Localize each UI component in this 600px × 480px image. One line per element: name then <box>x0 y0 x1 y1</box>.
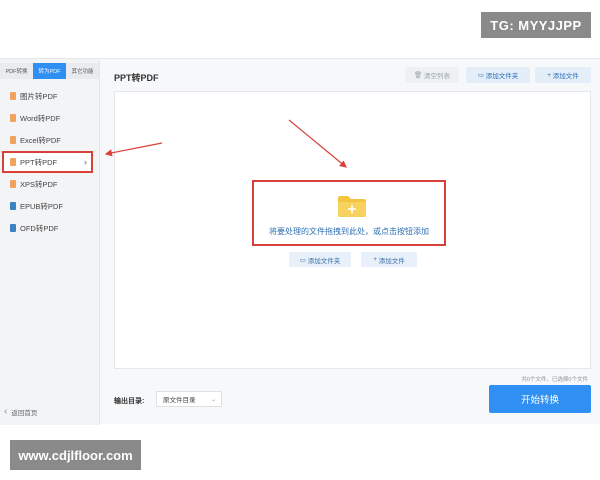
app-window: PDF转换 转为PDF 其它功能 图片转PDF Word转PDF Excel转P… <box>0 58 600 425</box>
drop-add-folder-button[interactable]: ▭ 添加文件夹 <box>289 252 351 267</box>
file-drop-area[interactable]: 将要处理的文件拖拽到此处，或点击按钮添加 ▭ 添加文件夹 + 添加文件 <box>114 91 591 369</box>
sidebar-list: 图片转PDF Word转PDF Excel转PDF PPT转PDF › XPS转… <box>0 85 99 239</box>
drop-zone-highlight[interactable]: 将要处理的文件拖拽到此处，或点击按钮添加 <box>252 180 446 246</box>
sidebar-item-ofd-to-pdf[interactable]: OFD转PDF <box>0 217 99 239</box>
sidebar-item-label: Excel转PDF <box>20 135 61 145</box>
file-count-status: 共0个文件，已选择0个文件 <box>521 377 588 383</box>
watermark-bottom: www.cdjlfloor.com <box>10 440 141 470</box>
output-dir-label: 输出目录: <box>114 398 145 405</box>
sidebar-item-label: PPT转PDF <box>20 157 58 167</box>
chevron-left-icon: ‹ <box>4 406 8 417</box>
add-folder-label: 添加文件夹 <box>485 73 519 80</box>
ofd-file-icon <box>10 224 16 232</box>
sidebar-item-label: EPUB转PDF <box>20 201 63 211</box>
epub-file-icon <box>10 202 16 210</box>
add-file-label: 添加文件 <box>552 73 579 80</box>
sidebar-item-image-to-pdf[interactable]: 图片转PDF <box>0 85 99 107</box>
sidebar-item-label: XPS转PDF <box>20 179 58 189</box>
screenshot: TG: MYYJJPP PDF转换 转为PDF 其它功能 图片转PDF Word… <box>0 0 600 480</box>
sidebar-item-label: Word转PDF <box>20 113 61 123</box>
sidebar-item-epub-to-pdf[interactable]: EPUB转PDF <box>0 195 99 217</box>
ppt-file-icon <box>10 158 16 166</box>
add-folder-button[interactable]: ▭ 添加文件夹 <box>466 67 530 83</box>
clear-list-label: 清空列表 <box>424 73 451 80</box>
sidebar-item-xps-to-pdf[interactable]: XPS转PDF <box>0 173 99 195</box>
start-convert-button[interactable]: 开始转换 <box>489 385 591 413</box>
chevron-down-icon: ⌄ <box>210 396 216 403</box>
drop-hint: 将要处理的文件拖拽到此处，或点击按钮添加 <box>269 227 429 236</box>
drop-add-folder-label: 添加文件夹 <box>307 257 341 265</box>
sidebar-item-label: 图片转PDF <box>20 91 58 101</box>
sidebar-item-word-to-pdf[interactable]: Word转PDF <box>0 107 99 129</box>
excel-file-icon <box>10 136 16 144</box>
sidebar-item-excel-to-pdf[interactable]: Excel转PDF <box>0 129 99 151</box>
sidebar: PDF转换 转为PDF 其它功能 图片转PDF Word转PDF Excel转P… <box>0 59 100 425</box>
output-dir-select[interactable]: 原文件目录 ⌄ <box>156 391 222 407</box>
sidebar-item-label: OFD转PDF <box>20 223 59 233</box>
tab-pdf-convert[interactable]: PDF转换 <box>0 63 33 79</box>
page-title: PPT转PDF <box>114 73 159 83</box>
folder-icon: ▭ <box>299 256 308 264</box>
drop-add-file-button[interactable]: + 添加文件 <box>361 252 417 267</box>
chevron-right-icon: › <box>84 157 87 167</box>
tab-to-pdf[interactable]: 转为PDF <box>33 63 66 79</box>
add-file-button[interactable]: + 添加文件 <box>535 67 591 83</box>
watermark-top: TG: MYYJJPP <box>481 12 591 38</box>
add-folder-icon <box>338 196 366 217</box>
word-file-icon <box>10 114 16 122</box>
back-home-link[interactable]: ‹ 返回首页 <box>4 406 37 417</box>
output-dir-value: 原文件目录 <box>163 397 196 404</box>
sidebar-item-ppt-to-pdf[interactable]: PPT转PDF › <box>2 151 93 173</box>
tab-other-functions[interactable]: 其它功能 <box>66 63 99 79</box>
folder-icon: ▭ <box>477 72 486 79</box>
image-file-icon <box>10 92 16 100</box>
drop-add-file-label: 添加文件 <box>378 257 405 265</box>
trash-icon: 🗑 <box>413 72 425 79</box>
back-home-label: 返回首页 <box>11 409 38 417</box>
xps-file-icon <box>10 180 16 188</box>
sidebar-tabs: PDF转换 转为PDF 其它功能 <box>0 63 99 79</box>
clear-list-button[interactable]: 🗑 清空列表 <box>405 67 459 83</box>
main-panel: PPT转PDF 🗑 清空列表 ▭ 添加文件夹 + 添加文件 将要处理的文件拖拽到… <box>100 59 600 425</box>
